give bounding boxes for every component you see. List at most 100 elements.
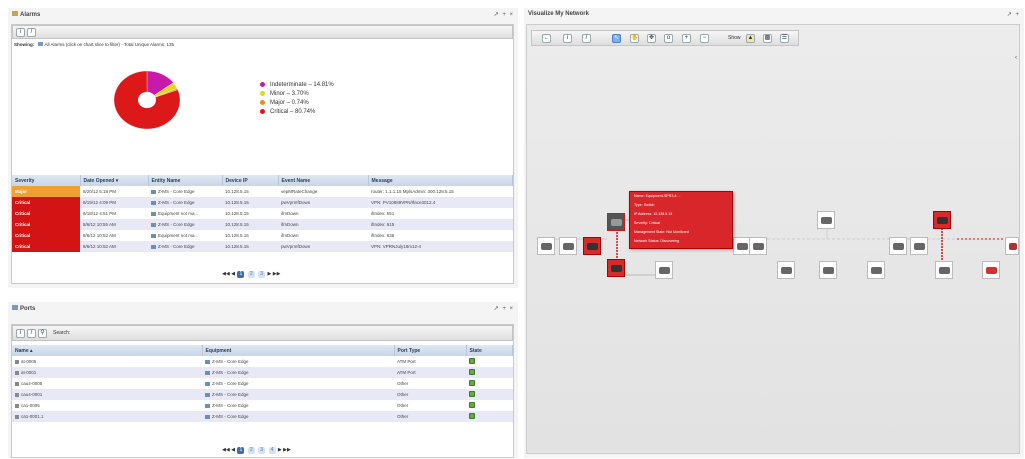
page-button[interactable]: 2: [247, 447, 255, 454]
severity-cell: Critical: [12, 241, 80, 252]
date-cell: 8/19/12 4:09 PM: [80, 197, 148, 208]
column-header[interactable]: Port Type: [394, 345, 467, 356]
port-row[interactable]: cau4-0001 Z-MS - Core Edge Other: [12, 389, 513, 400]
network-node[interactable]: [607, 259, 625, 277]
prev-page-button[interactable]: ◀: [231, 271, 235, 277]
search-label: Search:: [53, 330, 71, 336]
severity-legend: Indeterminate – 14.81% Minor – 3.70% Maj…: [260, 81, 334, 117]
date-cell: 8/18/12 4:51 PM: [80, 208, 148, 219]
edit-icon[interactable]: /: [27, 329, 36, 338]
column-header[interactable]: State: [466, 345, 513, 356]
message-cell-text: ifIndex: 551: [371, 211, 395, 216]
network-node[interactable]: [982, 261, 1000, 279]
first-page-button[interactable]: ◀◀: [222, 271, 230, 277]
entity-cell-text: Z-MS - Core Edge: [158, 244, 195, 249]
info-icon[interactable]: i: [16, 329, 25, 338]
tooltip-line: Network Status: Discovering: [634, 239, 680, 243]
alarm-row[interactable]: Critical 8/6/12 10:55 AM Z-MS - Core Edge 1…: [12, 219, 513, 230]
port-row[interactable]: cau4-0005 Z-MS - Core Edge Other: [12, 378, 513, 389]
entity-cell-text: Z-MS - Core Edge: [158, 222, 195, 227]
network-node[interactable]: [867, 261, 885, 279]
equipment-name: Z-MS - Core Edge: [212, 414, 249, 419]
port-row[interactable]: at-0005 Z-MS - Core Edge ATM Port: [12, 356, 513, 367]
column-header[interactable]: Message: [368, 175, 513, 186]
column-header[interactable]: Event Name: [278, 175, 369, 186]
router-icon: [753, 243, 764, 250]
edit-icon[interactable]: /: [27, 28, 36, 37]
state-ok-icon: [469, 413, 475, 419]
alarm-row[interactable]: Critical 8/19/12 4:09 PM Z-MS - Core Edge 1…: [12, 197, 513, 208]
state-cell: [466, 356, 513, 367]
port-icon: [15, 392, 19, 397]
page-button[interactable]: 1: [237, 447, 245, 454]
network-node[interactable]: [559, 237, 577, 255]
network-node[interactable]: [537, 237, 555, 255]
column-header[interactable]: Device IP: [222, 175, 279, 186]
next-page-button[interactable]: ▶: [268, 271, 272, 277]
port-row[interactable]: ca1-0001.1 Z-MS - Core Edge Other: [12, 411, 513, 422]
alarm-row[interactable]: Critical 8/6/12 10:52 AM Z-MS - Core Edge 1…: [12, 241, 513, 252]
column-header[interactable]: Severity: [12, 175, 81, 186]
network-node[interactable]: [910, 237, 928, 255]
port-row[interactable]: ca1-0005 Z-MS - Core Edge Other: [12, 400, 513, 411]
network-node[interactable]: [817, 211, 835, 229]
page-button[interactable]: 2: [247, 271, 255, 278]
last-page-button[interactable]: ▶▶: [283, 447, 291, 453]
legend-item[interactable]: Critical – 80.74%: [260, 108, 334, 117]
first-page-button[interactable]: ◀◀: [222, 447, 230, 453]
date-cell: 8/6/12 10:55 AM: [80, 219, 148, 230]
legend-item[interactable]: Indeterminate – 14.81%: [260, 81, 334, 90]
page-button[interactable]: 1: [237, 271, 245, 278]
page-button[interactable]: 4: [268, 447, 276, 454]
tooltip-line: Severity: Critical: [634, 221, 660, 225]
router-icon: [541, 243, 552, 250]
network-node[interactable]: [583, 237, 601, 255]
network-node[interactable]: [655, 261, 673, 279]
network-node[interactable]: [1005, 237, 1019, 255]
alarm-row[interactable]: Critical 8/6/12 10:52 AM Equipment not ma.…: [12, 230, 513, 241]
equipment-name: Z-MS - Core Edge: [212, 370, 249, 375]
severity-cell-text: Critical: [15, 211, 31, 216]
column-header[interactable]: Entity Name: [148, 175, 223, 186]
network-node[interactable]: [819, 261, 837, 279]
state-ok-icon: [469, 380, 475, 386]
state-ok-icon: [469, 358, 475, 364]
alarm-row[interactable]: Major 8/20/12 5:18 PM Z-MS - Core Edge 10.1…: [12, 186, 513, 197]
network-node[interactable]: [889, 237, 907, 255]
network-node[interactable]: [935, 261, 953, 279]
port-row[interactable]: at-0001 Z-MS - Core Edge ATM Port: [12, 367, 513, 378]
date-cell: 8/20/12 5:18 PM: [80, 186, 148, 197]
search-icon[interactable]: ⚲: [38, 329, 47, 338]
equipment-cell: Z-MS - Core Edge: [202, 367, 394, 378]
equipment-icon: [151, 200, 156, 205]
equipment-cell: Z-MS - Core Edge: [202, 389, 394, 400]
column-header[interactable]: Equipment: [202, 345, 395, 356]
page-button[interactable]: 3: [258, 447, 266, 454]
network-node[interactable]: [933, 211, 951, 229]
alarms-window-controls[interactable]: ↗ + ×: [494, 11, 514, 18]
legend-item[interactable]: Major – 0.74%: [260, 99, 334, 108]
network-canvas[interactable]: ← i / ↖ ✋ ✥ o + − Show ▲ ▩ ☰ ‹ Name: Equ…: [526, 24, 1020, 454]
network-node[interactable]: [749, 237, 767, 255]
legend-item[interactable]: Minor – 3.70%: [260, 90, 334, 99]
page-button[interactable]: 3: [258, 271, 266, 278]
network-links: [547, 219, 1005, 276]
column-header[interactable]: Date Opened ▾: [80, 175, 149, 186]
equipment-name: Z-MS - Core Edge: [212, 381, 249, 386]
network-window-controls[interactable]: ↗ +: [1007, 11, 1020, 18]
network-node-selected[interactable]: [607, 213, 625, 231]
info-icon[interactable]: i: [16, 28, 25, 37]
date-cell-text: 8/20/12 5:18 PM: [83, 189, 117, 194]
prev-page-button[interactable]: ◀: [231, 447, 235, 453]
ports-window-controls[interactable]: ↗ + ×: [494, 305, 514, 312]
alarm-row[interactable]: Critical 8/18/12 4:51 PM Equipment not ma.…: [12, 208, 513, 219]
event-cell-text: ifmDown: [281, 211, 299, 216]
message-cell: router: 1.1.1.15 MplsAdmin: 300.128.5.15: [368, 186, 513, 197]
entity-cell-text: Equipment not ma...: [158, 211, 199, 216]
port-name-cell: cau4-0005: [12, 378, 202, 389]
column-header[interactable]: Name ▴: [12, 345, 203, 356]
next-page-button[interactable]: ▶: [278, 447, 282, 453]
network-node[interactable]: [777, 261, 795, 279]
severity-pie-chart[interactable]: [87, 55, 207, 145]
last-page-button[interactable]: ▶▶: [273, 271, 281, 277]
